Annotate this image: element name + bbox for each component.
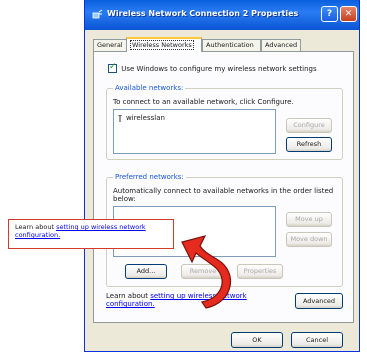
add-button[interactable]: Add... [125,264,167,279]
callout-prefix: Learn about [15,223,57,231]
help-button[interactable]: ? [321,6,338,22]
tab-advanced[interactable]: Advanced [261,39,301,51]
title-bar[interactable]: Wireless Network Connection 2 Properties… [85,0,359,30]
learn-about-callout: Learn about setting up wireless network … [8,219,174,249]
curved-arrow-icon [181,235,232,309]
learn-about-prefix: Learn about [106,292,151,300]
tab-strip: General Wireless Networks Authentication… [93,37,355,52]
preferred-networks-description: Automatically connect to available netwo… [113,187,334,203]
available-networks-list[interactable]: wirelesslan [113,109,276,154]
preferred-networks-title: Preferred networks: [113,173,186,181]
window-title: Wireless Network Connection 2 Properties [107,9,299,18]
list-item[interactable]: wirelesslan [118,114,165,122]
use-windows-config-checkbox[interactable] [108,62,117,73]
refresh-button[interactable]: Refresh [286,137,332,152]
tab-general[interactable]: General [93,39,127,51]
available-networks-title: Available networks: [113,84,186,92]
move-up-button[interactable]: Move up [286,212,332,227]
cancel-button[interactable]: Cancel [291,332,343,348]
tab-wireless-networks[interactable]: Wireless Networks [126,37,202,52]
close-button[interactable]: ✕ [340,6,357,22]
configure-button[interactable]: Configure [286,118,332,133]
use-windows-config-row[interactable]: Use Windows to configure my wireless net… [108,62,317,73]
tab-authentication[interactable]: Authentication [202,39,261,51]
network-connection-icon [92,9,103,19]
antenna-icon [118,114,122,122]
advanced-button[interactable]: Advanced [295,293,343,309]
available-networks-description: To connect to an available network, clic… [113,98,294,106]
network-name: wirelesslan [126,114,165,122]
move-down-button[interactable]: Move down [286,232,332,247]
tab-wireless-networks-label: Wireless Networks [130,40,194,50]
properties-button[interactable]: Properties [237,264,283,279]
available-networks-group: Available networks: To connect to an ava… [106,84,343,160]
ok-button[interactable]: OK [231,332,283,348]
use-windows-config-label: Use Windows to configure my wireless net… [121,64,317,73]
